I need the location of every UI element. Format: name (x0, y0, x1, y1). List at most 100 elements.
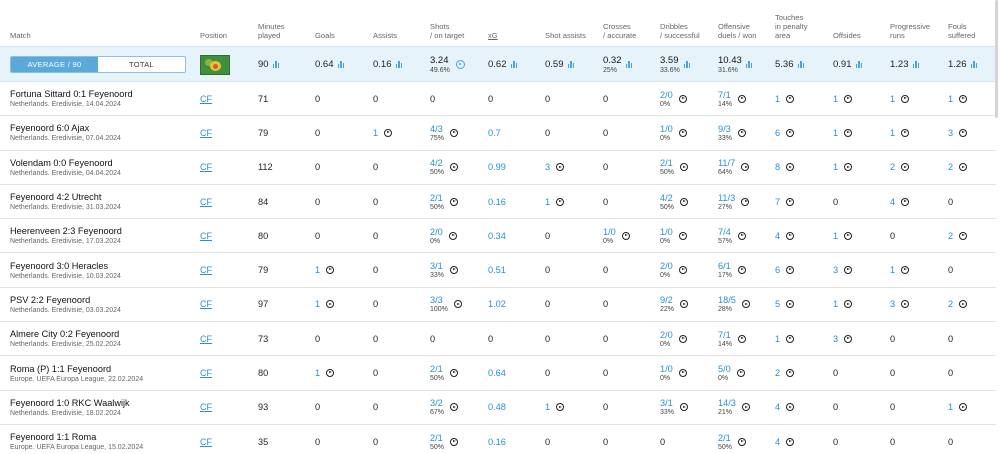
column-header[interactable]: Progressive runs (890, 0, 945, 46)
match-title[interactable]: Fortuna Sittard 0:1 Feyenoord (10, 89, 195, 99)
column-header[interactable]: Dribbles / successful (660, 0, 715, 46)
play-video-icon[interactable] (786, 300, 795, 309)
bar-chart-icon[interactable] (683, 60, 691, 68)
position-link[interactable]: CF (200, 299, 255, 309)
shots-value[interactable]: 3/1 (430, 261, 444, 271)
touches-value[interactable]: 4 (775, 231, 780, 241)
position-link[interactable]: CF (200, 368, 255, 378)
play-video-icon[interactable] (786, 403, 795, 412)
fouls-value[interactable]: 2 (948, 231, 953, 241)
play-video-icon[interactable] (738, 334, 747, 343)
dribbles-value[interactable]: 2/1 (660, 158, 674, 168)
offsides-value[interactable]: 3 (833, 265, 838, 275)
position-link[interactable]: CF (200, 334, 255, 344)
bar-chart-icon[interactable] (272, 60, 280, 68)
play-video-icon[interactable] (786, 437, 795, 446)
play-video-icon[interactable] (786, 266, 795, 275)
dribbles-value[interactable]: 1/0 (660, 227, 673, 237)
bar-chart-icon[interactable] (625, 60, 633, 68)
play-video-icon[interactable] (786, 128, 795, 137)
play-video-icon[interactable] (786, 369, 795, 378)
play-video-icon[interactable] (844, 163, 853, 172)
match-title[interactable]: PSV 2:2 Feyenoord (10, 295, 195, 305)
match-title[interactable]: Volendam 0:0 Feyenoord (10, 158, 195, 168)
match-title[interactable]: Feyenoord 1:1 Roma (10, 432, 195, 442)
play-video-icon[interactable] (844, 266, 853, 275)
touches-value[interactable]: 8 (775, 162, 780, 172)
column-header[interactable]: Minutes played (258, 0, 313, 46)
play-video-icon[interactable] (738, 231, 747, 240)
play-video-icon[interactable] (680, 403, 689, 412)
table-row[interactable]: Feyenoord 1:1 Roma Europe. UEFA Europa Le… (0, 425, 996, 454)
touches-value[interactable]: 5 (775, 299, 780, 309)
table-row[interactable]: Fortuna Sittard 0:1 Feyenoord Netherlands… (0, 82, 996, 117)
position-link[interactable]: CF (200, 437, 255, 447)
shots-value[interactable]: 2/0 (430, 227, 443, 237)
duels-value[interactable]: 7/1 (718, 330, 732, 340)
play-video-icon[interactable] (738, 437, 747, 446)
match-title[interactable]: Almere City 0:2 Feyenoord (10, 329, 195, 339)
offsides-value[interactable]: 3 (833, 334, 838, 344)
play-video-icon[interactable] (844, 231, 853, 240)
duels-value[interactable]: 7/1 (718, 90, 732, 100)
dribbles-value[interactable]: 1/0 (660, 124, 673, 134)
play-video-icon[interactable] (844, 94, 853, 103)
bar-chart-icon[interactable] (337, 60, 345, 68)
fouls-value[interactable]: 3 (948, 128, 953, 138)
play-video-icon[interactable] (453, 300, 462, 309)
progressive-value[interactable]: 4 (890, 197, 895, 207)
play-video-icon[interactable] (450, 437, 459, 446)
duels-value[interactable]: 7/4 (718, 227, 732, 237)
fouls-value[interactable]: 1 (948, 402, 953, 412)
duels-value[interactable]: 2/1 (718, 433, 732, 443)
touches-value[interactable]: 4 (775, 437, 780, 447)
play-video-icon[interactable] (901, 266, 910, 275)
shot-assists-value[interactable]: 3 (545, 162, 550, 172)
play-video-icon[interactable] (450, 266, 459, 275)
position-link[interactable]: CF (200, 265, 255, 275)
play-video-icon[interactable] (450, 163, 459, 172)
play-video-icon[interactable] (786, 334, 795, 343)
xg-value[interactable]: 0.48 (488, 402, 506, 412)
average-total-toggle[interactable]: AVERAGE / 90 TOTAL (10, 56, 186, 73)
play-video-icon[interactable] (786, 94, 795, 103)
play-video-icon[interactable] (326, 300, 335, 309)
play-video-icon[interactable] (844, 334, 853, 343)
column-header[interactable]: Crosses / accurate (603, 0, 658, 46)
touches-value[interactable]: 6 (775, 128, 780, 138)
match-title[interactable]: Roma (P) 1:1 Feyenoord (10, 364, 195, 374)
table-row[interactable]: Feyenoord 4:2 Utrecht Netherlands. Erediv… (0, 185, 996, 220)
position-link[interactable]: CF (200, 128, 255, 138)
play-video-icon[interactable] (556, 403, 565, 412)
column-header[interactable]: Offensive duels / won (718, 0, 773, 46)
play-video-icon[interactable] (901, 94, 910, 103)
table-row[interactable]: PSV 2:2 Feyenoord Netherlands. Eredivisie… (0, 288, 996, 323)
touches-value[interactable]: 4 (775, 402, 780, 412)
position-link[interactable]: CF (200, 94, 255, 104)
dribbles-value[interactable]: 2/0 (660, 330, 673, 340)
progressive-value[interactable]: 2 (890, 162, 895, 172)
table-row[interactable]: Almere City 0:2 Feyenoord Netherlands. Er… (0, 322, 996, 357)
match-title[interactable]: Heerenveen 2:3 Feyenoord (10, 226, 195, 236)
fouls-value[interactable]: 2 (948, 162, 953, 172)
column-header[interactable]: Offsides (833, 0, 888, 46)
play-video-icon[interactable] (621, 231, 630, 240)
goals-value[interactable]: 1 (315, 368, 320, 378)
table-row[interactable]: Roma (P) 1:1 Feyenoord Europe. UEFA Europ… (0, 356, 996, 391)
play-video-icon[interactable] (680, 197, 689, 206)
bar-chart-icon[interactable] (797, 60, 805, 68)
crosses-value[interactable]: 1/0 (603, 227, 616, 237)
play-video-icon[interactable] (741, 300, 750, 309)
vertical-scrollbar[interactable] (995, 0, 998, 118)
bar-chart-icon[interactable] (912, 60, 920, 68)
total-button[interactable]: TOTAL (98, 57, 185, 72)
column-header[interactable]: Goals (315, 0, 370, 46)
play-video-icon[interactable] (901, 163, 910, 172)
fouls-value[interactable]: 1 (948, 94, 953, 104)
bar-chart-icon[interactable] (745, 60, 753, 68)
dribbles-value[interactable]: 2/0 (660, 261, 673, 271)
play-video-icon[interactable] (738, 266, 747, 275)
shots-value[interactable]: 2/1 (430, 364, 444, 374)
play-video-icon[interactable] (959, 231, 968, 240)
play-video-icon[interactable] (450, 403, 459, 412)
